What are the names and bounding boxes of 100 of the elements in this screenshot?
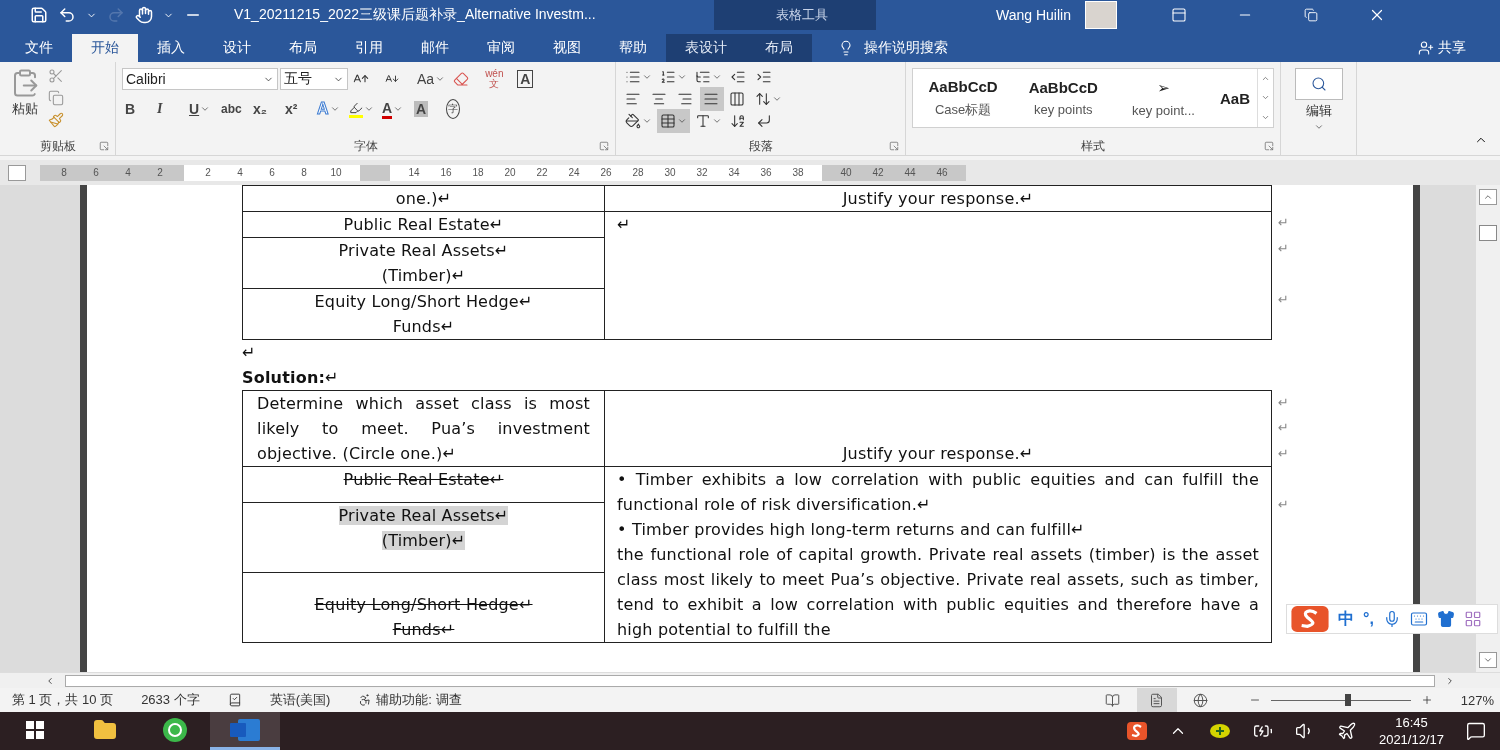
word-logo[interactable] <box>230 718 260 741</box>
caret-icon[interactable] <box>364 104 374 114</box>
hand-icon[interactable] <box>135 6 153 24</box>
dialog-launcher-icon[interactable] <box>99 141 109 151</box>
decrease-indent-icon[interactable] <box>730 69 746 85</box>
restore-icon[interactable] <box>1303 8 1318 22</box>
distributed-icon[interactable] <box>729 91 745 107</box>
zoom-thumb[interactable] <box>1344 694 1351 706</box>
bold-glyph[interactable]: B <box>125 101 136 117</box>
plain-glyph[interactable]: x₂ <box>253 101 267 117</box>
caret-icon[interactable] <box>677 72 687 82</box>
caret-icon[interactable] <box>642 72 652 82</box>
windows-logo[interactable] <box>26 720 44 739</box>
borders-icon[interactable] <box>660 113 676 129</box>
case-glyph[interactable]: Aa <box>417 71 435 87</box>
align-left-icon[interactable] <box>625 91 641 107</box>
dialog-launcher-icon[interactable] <box>889 141 899 151</box>
borders-button[interactable] <box>657 109 690 133</box>
shaded-glyph[interactable]: A <box>414 101 429 117</box>
print-layout-icon[interactable] <box>1149 692 1165 708</box>
ribbon-display-icon[interactable] <box>1170 7 1187 23</box>
tab-selector-icon[interactable] <box>8 164 26 181</box>
scroll-down-icon[interactable] <box>1479 652 1497 668</box>
punctuation-mode[interactable]: °, <box>1363 610 1374 628</box>
horizontal-scrollbar[interactable] <box>65 674 1435 687</box>
italic-glyph[interactable]: I <box>157 101 163 117</box>
multilevel-list-icon[interactable] <box>695 69 711 85</box>
sogou-logo[interactable] <box>1126 722 1147 740</box>
cell-text: ↵ <box>617 214 632 236</box>
show-marks-icon[interactable] <box>756 113 772 129</box>
web-layout-icon[interactable] <box>1193 692 1209 708</box>
highlighter-icon[interactable] <box>349 100 363 118</box>
eraser-icon[interactable] <box>453 71 470 87</box>
lightbulb-icon[interactable] <box>838 40 854 56</box>
caret-icon[interactable] <box>1313 122 1324 132</box>
bullets-icon[interactable] <box>625 69 641 85</box>
airplane-icon[interactable] <box>1336 721 1357 741</box>
clock[interactable]: 16:45 2021/12/17 <box>1378 714 1444 748</box>
caret-icon[interactable] <box>642 116 652 126</box>
word-taskbar-button[interactable] <box>210 712 280 750</box>
share-icon[interactable] <box>1418 40 1434 56</box>
editing-button[interactable]: 编辑 <box>1287 66 1350 134</box>
ribbon-tab[interactable]: 表设计 <box>666 34 746 62</box>
scroll-thumb[interactable] <box>1479 225 1497 241</box>
zoom-in-icon[interactable] <box>1420 694 1433 706</box>
caret-icon[interactable] <box>200 104 211 114</box>
ribbon-tab[interactable]: 开始 <box>72 34 138 62</box>
share-button[interactable]: 共享 <box>1412 34 1472 62</box>
caret-icon[interactable] <box>329 104 340 114</box>
notification-icon[interactable] <box>1466 721 1486 741</box>
caret-icon[interactable] <box>772 94 782 104</box>
font-name-field[interactable]: Calibri <box>122 68 278 90</box>
tell-me-search[interactable]: 操作说明搜索 <box>832 34 954 62</box>
align-right-icon[interactable] <box>677 91 693 107</box>
dialog-launcher-icon[interactable] <box>1264 141 1274 151</box>
line-spacing-icon[interactable] <box>755 91 771 107</box>
increase-indent-icon[interactable] <box>756 69 772 85</box>
scroll-right-icon[interactable] <box>1445 675 1455 686</box>
justify-button[interactable] <box>700 87 724 111</box>
sort-icon[interactable] <box>730 113 746 129</box>
dialog-launcher-icon[interactable] <box>599 141 609 151</box>
read-mode-icon[interactable] <box>1105 692 1121 708</box>
plus-circle-icon[interactable] <box>1208 723 1231 739</box>
undo-icon[interactable] <box>58 6 76 24</box>
ribbon-tab[interactable]: 布局 <box>746 34 812 62</box>
input-mode[interactable]: 中 <box>1338 608 1354 630</box>
caret-icon[interactable] <box>712 72 722 82</box>
accessibility-icon[interactable] <box>358 693 373 707</box>
color-glyph[interactable]: A <box>382 99 393 119</box>
search-icon[interactable] <box>1310 76 1327 92</box>
shirt-icon[interactable] <box>1436 610 1455 628</box>
browser-logo[interactable] <box>162 716 188 743</box>
scroll-left-icon[interactable] <box>45 675 55 686</box>
phonetic-guide-icon[interactable]: wén 文 <box>485 69 504 89</box>
shading-icon[interactable] <box>625 113 641 129</box>
cell-text: Equity Long/Short Hedge↵ <box>313 291 534 313</box>
plain-glyph[interactable]: x² <box>285 101 298 117</box>
strike-glyph[interactable]: abc <box>221 101 242 117</box>
boxed-glyph[interactable]: A <box>517 70 534 88</box>
caret-icon[interactable] <box>393 104 404 114</box>
paste-button[interactable]: 粘贴 <box>6 66 44 137</box>
align-center-icon[interactable] <box>651 91 667 107</box>
underline-glyph[interactable]: U <box>189 101 200 117</box>
scroll-up-icon[interactable] <box>1479 189 1497 205</box>
font-size-field[interactable]: 五号 <box>280 68 348 90</box>
caret-icon[interactable] <box>435 74 446 84</box>
cell-text: Private Real Assets↵ <box>337 504 510 527</box>
numbering-icon[interactable] <box>660 69 676 85</box>
cut-icon[interactable] <box>48 68 64 84</box>
print-layout-button[interactable] <box>1136 688 1177 712</box>
justify-icon[interactable] <box>703 91 719 107</box>
ruler-number: 46 <box>935 167 949 178</box>
caret-icon[interactable] <box>712 116 722 126</box>
grid-icon[interactable] <box>1463 610 1482 628</box>
folder-icon[interactable] <box>93 717 117 742</box>
keyboard-icon[interactable] <box>1409 610 1428 628</box>
save-icon[interactable] <box>30 6 48 24</box>
proofing-icon[interactable] <box>227 693 242 707</box>
cell-text: Funds↵ <box>391 316 456 338</box>
asian-layout-icon[interactable] <box>695 113 711 129</box>
